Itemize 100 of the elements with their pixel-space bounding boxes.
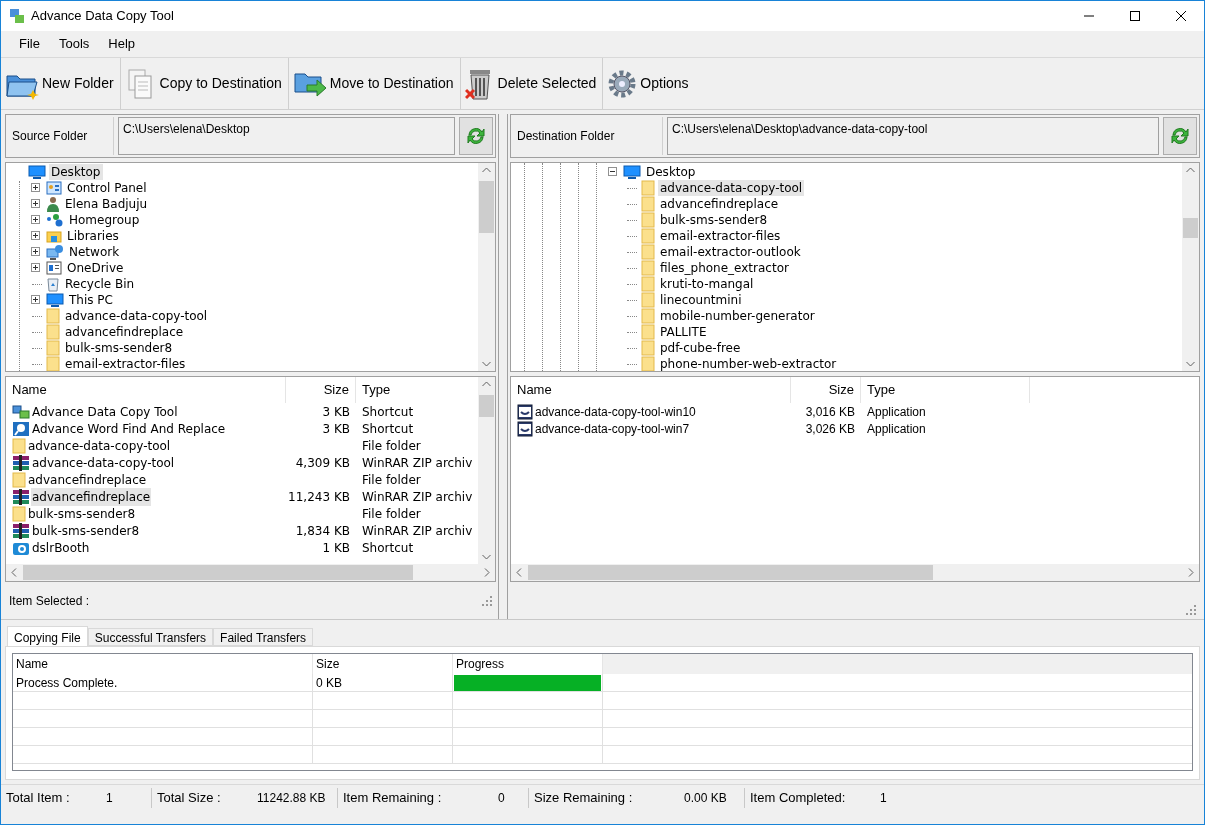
tree-item[interactable]: email-extractor-files [658,228,783,244]
menu-item[interactable]: Help [99,34,145,54]
settings-icon [607,68,638,99]
scroll-down-icon[interactable] [482,361,491,367]
column-header[interactable]: Progress [453,654,603,674]
tree-item[interactable]: files_phone_extractor [658,260,791,276]
menu-item[interactable]: Tools [49,34,99,54]
toolbar-button[interactable]: Copy to Destination [120,58,289,109]
person-icon [46,196,60,212]
tree-item[interactable]: bulk-sms-sender8 [658,212,770,228]
file-name[interactable]: bulk-sms-sender8 [31,521,141,540]
horizontal-scrollbar[interactable] [511,564,1199,581]
column-header[interactable]: Name [6,377,286,403]
folder-icon [641,308,655,324]
tree-item[interactable]: advancefindreplace [658,196,781,212]
tab[interactable]: Copying File [7,626,88,646]
collapse-icon[interactable] [608,167,617,176]
tree-item[interactable]: kruti-to-mangal [658,276,756,292]
expand-icon[interactable] [31,295,40,304]
expand-icon[interactable] [31,247,40,256]
tree-item[interactable]: Network [67,244,122,260]
tree-item[interactable]: PALLITE [658,324,709,340]
file-name[interactable]: advancefindreplace [27,470,148,489]
tree-item[interactable]: phone-number-web-extractor [658,356,839,371]
scroll-thumb[interactable] [1183,218,1198,238]
column-header[interactable]: Name [511,377,791,403]
tab[interactable]: Successful Transfers [87,628,214,646]
scroll-down-icon[interactable] [482,554,491,560]
tree-item[interactable]: advance-data-copy-tool [658,180,805,196]
scroll-down-icon[interactable] [1186,361,1195,367]
tree-item[interactable]: Libraries [65,228,121,244]
scroll-thumb[interactable] [479,395,494,417]
expand-icon[interactable] [31,215,40,224]
toolbar-button[interactable]: New Folder [1,58,121,109]
column-header[interactable]: Size [286,377,356,403]
tree-item[interactable]: bulk-sms-sender8 [63,340,175,356]
expand-icon[interactable] [31,183,40,192]
toolbar-button[interactable]: Delete Selected [460,58,604,109]
horizontal-scrollbar[interactable] [6,564,495,581]
folder-icon [641,244,655,260]
refresh-button[interactable] [459,117,493,155]
tree-item[interactable]: Homegroup [67,212,142,228]
file-size: 1,834 KB [295,522,350,540]
file-name[interactable]: bulk-sms-sender8 [27,504,137,523]
column-header[interactable]: Size [313,654,453,674]
file-name[interactable]: advance-data-copy-tool-win7 [534,419,691,438]
scroll-up-icon[interactable] [482,167,491,173]
tree-item[interactable]: advancefindreplace [63,324,186,340]
tab[interactable]: Failed Transfers [213,628,314,646]
file-name[interactable]: advance-data-copy-tool [31,453,176,472]
scroll-left-icon[interactable] [516,568,522,577]
tree-item[interactable]: Desktop [49,164,103,180]
column-header[interactable]: Size [791,377,861,403]
scroll-up-icon[interactable] [1186,167,1195,173]
tree-item[interactable]: Desktop [644,164,698,180]
scroll-up-icon[interactable] [482,381,491,387]
expand-icon[interactable] [31,199,40,208]
tree-item[interactable]: advance-data-copy-tool [63,308,210,324]
toolbar-button[interactable]: Move to Destination [288,58,461,109]
expand-icon[interactable] [31,231,40,240]
file-name[interactable]: advancefindreplace [31,487,152,506]
column-header[interactable]: Type [356,377,474,403]
scroll-thumb[interactable] [479,181,494,233]
tree-item[interactable]: Recycle Bin [63,276,137,292]
scroll-left-icon[interactable] [11,568,17,577]
folder-icon [641,324,655,340]
file-name[interactable]: advance-data-copy-tool-win10 [534,402,697,421]
tree-item[interactable]: email-extractor-outlook [658,244,803,260]
toolbar-button[interactable]: Options [603,58,693,109]
tree-item[interactable]: mobile-number-generator [658,308,817,324]
tree-item[interactable]: This PC [67,292,115,308]
file-type: WinRAR ZIP archiv [362,489,473,504]
tree-item[interactable]: Control Panel [65,180,149,196]
vertical-scrollbar[interactable] [1182,163,1199,371]
refresh-icon [1169,125,1191,147]
scroll-right-icon[interactable] [1188,568,1194,577]
tree-item[interactable]: pdf-cube-free [658,340,743,356]
resize-grip-icon [1186,605,1196,615]
column-header[interactable]: Type [861,377,1029,403]
vertical-scrollbar[interactable] [478,377,495,564]
tree-item[interactable]: linecountmini [658,292,744,308]
vertical-scrollbar[interactable] [478,163,495,371]
scroll-thumb[interactable] [528,565,933,580]
scroll-right-icon[interactable] [484,568,490,577]
window-title: Advance Data Copy Tool [31,7,174,26]
scroll-thumb[interactable] [23,565,413,580]
path-field[interactable]: C:\Users\elena\Desktop\advance-data-copy-tool [667,117,1159,155]
tree-item[interactable]: email-extractor-files [63,356,188,371]
expand-icon[interactable] [31,263,40,272]
folder-icon [641,212,655,228]
file-name[interactable]: Advance Word Find And Replace [31,419,227,438]
path-field[interactable]: C:\Users\elena\Desktop [118,117,455,155]
tree-item[interactable]: Elena Badjuju [63,196,150,212]
file-name[interactable]: advance-data-copy-tool [27,436,172,455]
menu-item[interactable]: File [10,34,49,54]
tree-item[interactable]: OneDrive [65,260,126,276]
file-name[interactable]: dslrBooth [31,538,91,557]
refresh-button[interactable] [1163,117,1197,155]
column-header[interactable]: Name [13,654,313,674]
file-name[interactable]: Advance Data Copy Tool [31,402,179,421]
